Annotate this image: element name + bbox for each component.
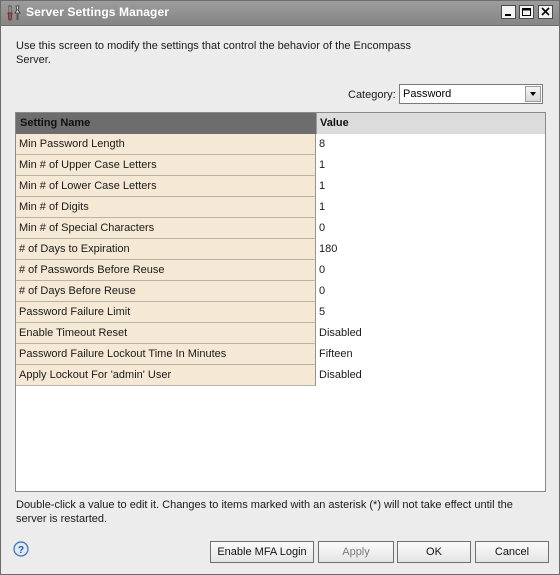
- setting-value-cell[interactable]: 0: [316, 218, 545, 239]
- table-row[interactable]: # of Days to Expiration 180: [16, 239, 545, 260]
- setting-value-cell[interactable]: 1: [316, 176, 545, 197]
- minimize-icon: [505, 14, 511, 16]
- close-icon: [541, 7, 550, 16]
- setting-name-cell: Min # of Digits: [16, 197, 316, 218]
- setting-value-cell[interactable]: 1: [316, 197, 545, 218]
- close-button[interactable]: [538, 5, 553, 19]
- setting-name-cell: Min # of Upper Case Letters: [16, 155, 316, 176]
- table-row[interactable]: Password Failure Limit 5: [16, 302, 545, 323]
- setting-name-cell: Min Password Length: [16, 134, 316, 155]
- table-row[interactable]: Min # of Upper Case Letters 1: [16, 155, 545, 176]
- setting-value-cell[interactable]: Fifteen: [316, 344, 545, 365]
- setting-value-cell[interactable]: 180: [316, 239, 545, 260]
- setting-value-cell[interactable]: 5: [316, 302, 545, 323]
- server-settings-window: Server Settings Manager Use this screen …: [0, 0, 560, 575]
- setting-value-cell[interactable]: 1: [316, 155, 545, 176]
- setting-name-cell: Enable Timeout Reset: [16, 323, 316, 344]
- table-header: Setting Name Value: [16, 113, 545, 135]
- setting-name-cell: Password Failure Lockout Time In Minutes: [16, 344, 316, 365]
- apply-button[interactable]: Apply: [318, 541, 394, 563]
- setting-value-cell[interactable]: 8: [316, 134, 545, 155]
- category-select[interactable]: Password: [399, 84, 543, 104]
- tools-icon: [6, 4, 22, 21]
- table-row[interactable]: # of Passwords Before Reuse 0: [16, 260, 545, 281]
- window-title: Server Settings Manager: [26, 5, 170, 19]
- svg-text:?: ?: [18, 545, 24, 556]
- column-header-value[interactable]: Value: [316, 113, 545, 134]
- setting-name-cell: Password Failure Limit: [16, 302, 316, 323]
- setting-value-cell[interactable]: Disabled: [316, 323, 545, 344]
- table-row[interactable]: Password Failure Lockout Time In Minutes…: [16, 344, 545, 365]
- minimize-button[interactable]: [501, 5, 516, 19]
- setting-name-cell: # of Days Before Reuse: [16, 281, 316, 302]
- table-row[interactable]: Apply Lockout For 'admin' User Disabled: [16, 365, 545, 386]
- table-row[interactable]: Enable Timeout Reset Disabled: [16, 323, 545, 344]
- table-row[interactable]: Min # of Special Characters 0: [16, 218, 545, 239]
- category-label: Category:: [348, 89, 396, 101]
- setting-name-cell: Apply Lockout For 'admin' User: [16, 365, 316, 386]
- title-bar[interactable]: Server Settings Manager: [1, 1, 559, 26]
- setting-name-cell: Min # of Special Characters: [16, 218, 316, 239]
- setting-name-cell: # of Passwords Before Reuse: [16, 260, 316, 281]
- category-selected-value: Password: [403, 88, 452, 100]
- table-row[interactable]: Min # of Lower Case Letters 1: [16, 176, 545, 197]
- column-header-setting-name[interactable]: Setting Name: [16, 113, 316, 134]
- chevron-down-icon: [530, 92, 536, 96]
- maximize-button[interactable]: [519, 5, 534, 19]
- table-row[interactable]: Min # of Digits 1: [16, 197, 545, 218]
- help-icon[interactable]: ?: [13, 541, 29, 557]
- setting-value-cell[interactable]: 0: [316, 260, 545, 281]
- cancel-button[interactable]: Cancel: [475, 541, 549, 563]
- ok-button[interactable]: OK: [397, 541, 471, 563]
- setting-value-cell[interactable]: 0: [316, 281, 545, 302]
- enable-mfa-login-button[interactable]: Enable MFA Login: [210, 541, 314, 563]
- table-row[interactable]: # of Days Before Reuse 0: [16, 281, 545, 302]
- edit-hint-text: Double-click a value to edit it. Changes…: [16, 499, 513, 525]
- maximize-icon: [522, 8, 531, 16]
- category-dropdown-button[interactable]: [525, 86, 541, 102]
- table-row[interactable]: Min Password Length 8: [16, 134, 545, 155]
- setting-value-cell[interactable]: Disabled: [316, 365, 545, 386]
- setting-name-cell: # of Days to Expiration: [16, 239, 316, 260]
- description-text: Use this screen to modify the settings t…: [16, 40, 411, 66]
- settings-table: Setting Name Value Min Password Length 8 M…: [15, 112, 546, 492]
- setting-name-cell: Min # of Lower Case Letters: [16, 176, 316, 197]
